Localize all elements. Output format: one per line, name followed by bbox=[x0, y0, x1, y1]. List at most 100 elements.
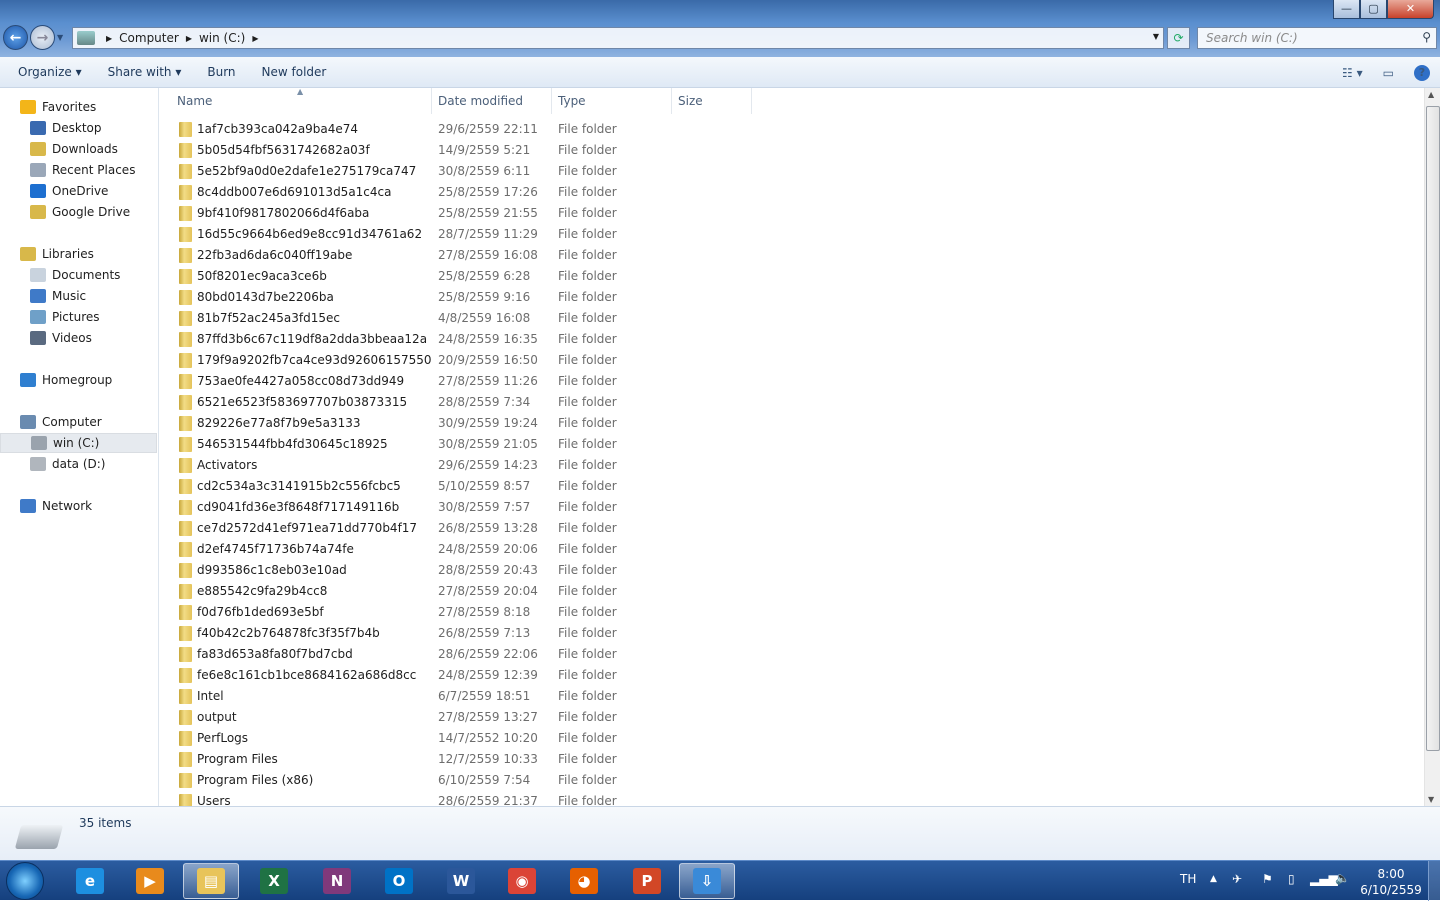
sidebar-item-computer[interactable]: Computer bbox=[0, 412, 157, 432]
sidebar-item-google-drive[interactable]: Google Drive bbox=[0, 202, 157, 222]
taskbar-chrome[interactable]: ◉ bbox=[494, 863, 550, 899]
file-row[interactable]: Program Files (x86) 6/10/2559 7:54 File fo… bbox=[160, 770, 760, 791]
column-header-date[interactable]: Date modified bbox=[432, 88, 552, 114]
taskbar-word[interactable]: W bbox=[433, 863, 489, 899]
file-row[interactable]: f40b42c2b764878fc3f35f7b4b 26/8/2559 7:13… bbox=[160, 623, 760, 644]
action-center-flag-icon[interactable]: ⚑ bbox=[1262, 872, 1273, 912]
preview-pane-button[interactable]: ▭ bbox=[1383, 66, 1394, 80]
taskbar-media-player[interactable]: ▶ bbox=[122, 863, 178, 899]
sidebar-item-onedrive[interactable]: OneDrive bbox=[0, 181, 157, 201]
sidebar-item-homegroup[interactable]: Homegroup bbox=[0, 370, 157, 390]
search-input[interactable]: Search win (C:) ⚲ bbox=[1197, 27, 1437, 49]
burn-button[interactable]: Burn bbox=[195, 65, 249, 79]
chevron-down-icon[interactable]: ▼ bbox=[1153, 32, 1159, 41]
taskbar-excel[interactable]: X bbox=[246, 863, 302, 899]
chevron-right-icon[interactable]: ▶ bbox=[252, 34, 258, 43]
file-row[interactable]: 81b7f52ac245a3fd15ec 4/8/2559 16:08 File f… bbox=[160, 308, 760, 329]
language-indicator[interactable]: TH bbox=[1180, 872, 1196, 912]
column-header-size[interactable]: Size bbox=[672, 88, 752, 114]
network-tray-icon[interactable]: ✈ bbox=[1232, 872, 1242, 912]
volume-icon[interactable]: 🔈 bbox=[1335, 871, 1350, 911]
sidebar-item-win-c[interactable]: win (C:) bbox=[0, 433, 157, 453]
sidebar-item-libraries[interactable]: Libraries bbox=[0, 244, 157, 264]
file-row[interactable]: 22fb3ad6da6c040ff19abe 27/8/2559 16:08 Fil… bbox=[160, 245, 760, 266]
file-row[interactable]: f0d76fb1ded693e5bf 27/8/2559 8:18 File fol… bbox=[160, 602, 760, 623]
file-row[interactable]: PerfLogs 14/7/2552 10:20 File folder bbox=[160, 728, 760, 749]
search-icon[interactable]: ⚲ bbox=[1422, 30, 1431, 44]
file-row[interactable]: Activators 29/6/2559 14:23 File folder bbox=[160, 455, 760, 476]
file-row[interactable]: 80bd0143d7be2206ba 25/8/2559 9:16 File fol… bbox=[160, 287, 760, 308]
file-row[interactable]: 5e52bf9a0d0e2dafe1e275179ca747 30/8/2559 … bbox=[160, 161, 760, 182]
file-row[interactable]: d2ef4745f71736b74a74fe 24/8/2559 20:06 Fil… bbox=[160, 539, 760, 560]
file-row[interactable]: Program Files 12/7/2559 10:33 File folder bbox=[160, 749, 760, 770]
file-row[interactable]: 50f8201ec9aca3ce6b 25/8/2559 6:28 File fol… bbox=[160, 266, 760, 287]
file-row[interactable]: fa83d653a8fa80f7bd7cbd 28/6/2559 22:06 Fil… bbox=[160, 644, 760, 665]
file-row[interactable]: 829226e77a8f7b9e5a3133 30/9/2559 19:24 Fil… bbox=[160, 413, 760, 434]
scroll-down-icon[interactable]: ▼ bbox=[1428, 795, 1434, 804]
maximize-button[interactable]: ▢ bbox=[1360, 0, 1387, 19]
taskbar-onenote[interactable]: N bbox=[309, 863, 365, 899]
sidebar-item-data-d[interactable]: data (D:) bbox=[0, 454, 157, 474]
scroll-up-icon[interactable]: ▲ bbox=[1428, 90, 1434, 99]
sidebar-item-videos[interactable]: Videos bbox=[0, 328, 157, 348]
file-row[interactable]: 6521e6523f583697707b03873315 28/8/2559 7:… bbox=[160, 392, 760, 413]
show-hidden-icons[interactable]: ▲ bbox=[1210, 874, 1217, 914]
taskbar-powerpoint[interactable]: P bbox=[619, 863, 675, 899]
file-row[interactable]: 546531544fbb4fd30645c18925 30/8/2559 21:0… bbox=[160, 434, 760, 455]
organize-button[interactable]: Organize ▾ bbox=[0, 65, 96, 79]
start-button[interactable] bbox=[6, 862, 44, 900]
breadcrumb-win-c[interactable]: win (C:) bbox=[199, 31, 245, 45]
chevron-right-icon[interactable]: ▶ bbox=[106, 34, 112, 43]
scrollbar-thumb[interactable] bbox=[1426, 106, 1440, 751]
refresh-button[interactable]: ⟳ bbox=[1167, 27, 1190, 49]
file-row[interactable]: 9bf410f9817802066d4f6aba 25/8/2559 21:55 F… bbox=[160, 203, 760, 224]
share-with-button[interactable]: Share with ▾ bbox=[96, 65, 196, 79]
address-bar[interactable]: ▶ Computer ▶ win (C:) ▶ ▼ bbox=[72, 27, 1164, 49]
help-button[interactable]: ? bbox=[1414, 64, 1430, 81]
taskbar-firefox[interactable]: ◕ bbox=[556, 863, 612, 899]
file-row[interactable]: 5b05d54fbf5631742682a03f 14/9/2559 5:21 Fi… bbox=[160, 140, 760, 161]
file-row[interactable]: cd2c534a3c3141915b2c556fcbc5 5/10/2559 8:… bbox=[160, 476, 760, 497]
sidebar-item-downloads[interactable]: Downloads bbox=[0, 139, 157, 159]
file-row[interactable]: output 27/8/2559 13:27 File folder bbox=[160, 707, 760, 728]
file-row[interactable]: cd9041fd36e3f8648f717149116b 30/8/2559 7:… bbox=[160, 497, 760, 518]
file-row[interactable]: 753ae0fe4427a058cc08d73dd949 27/8/2559 11… bbox=[160, 371, 760, 392]
change-view-button[interactable]: ☷ ▾ bbox=[1342, 66, 1363, 80]
back-button[interactable]: ← bbox=[3, 25, 28, 50]
sidebar-item-favorites[interactable]: Favorites bbox=[0, 97, 157, 117]
file-row[interactable]: Intel 6/7/2559 18:51 File folder bbox=[160, 686, 760, 707]
forward-button[interactable]: → bbox=[30, 25, 55, 50]
file-row[interactable]: e885542c9fa29b4cc8 27/8/2559 20:04 File fo… bbox=[160, 581, 760, 602]
close-button[interactable]: ✕ bbox=[1387, 0, 1434, 19]
file-row[interactable]: 1af7cb393ca042a9ba4e74 29/6/2559 22:11 Fil… bbox=[160, 119, 760, 140]
signal-icon[interactable]: ▂▄▆ bbox=[1310, 872, 1338, 912]
vertical-scrollbar[interactable]: ▲ ▼ bbox=[1424, 88, 1440, 806]
taskbar-file-explorer[interactable]: ▤ bbox=[183, 863, 239, 899]
taskbar-outlook[interactable]: O bbox=[371, 863, 427, 899]
sidebar-item-recent-places[interactable]: Recent Places bbox=[0, 160, 157, 180]
clock[interactable]: 8:00 6/10/2559 bbox=[1360, 866, 1422, 898]
file-row[interactable]: d993586c1c8eb03e10ad 28/8/2559 20:43 File … bbox=[160, 560, 760, 581]
recent-pages-dropdown[interactable]: ▼ bbox=[57, 33, 63, 42]
breadcrumb-computer[interactable]: Computer bbox=[119, 31, 179, 45]
column-header-name[interactable]: ▲ Name bbox=[160, 87, 432, 114]
file-row[interactable]: fe6e8c161cb1bce8684162a686d8cc 24/8/2559 … bbox=[160, 665, 760, 686]
column-header-type[interactable]: Type bbox=[552, 88, 672, 114]
file-row[interactable]: Users 28/6/2559 21:37 File folder bbox=[160, 791, 760, 806]
file-row[interactable]: ce7d2572d41ef971ea71dd770b4f17 26/8/2559 … bbox=[160, 518, 760, 539]
show-desktop-button[interactable] bbox=[1428, 861, 1440, 901]
new-folder-button[interactable]: New folder bbox=[250, 65, 341, 79]
sidebar-item-desktop[interactable]: Desktop bbox=[0, 118, 157, 138]
file-row[interactable]: 179f9a9202fb7ca4ce93d92606157550 20/9/255… bbox=[160, 350, 760, 371]
sidebar-item-network[interactable]: Network bbox=[0, 496, 157, 516]
sidebar-item-documents[interactable]: Documents bbox=[0, 265, 157, 285]
battery-icon[interactable]: ▯ bbox=[1288, 872, 1295, 912]
minimize-button[interactable]: — bbox=[1333, 0, 1360, 19]
sidebar-item-music[interactable]: Music bbox=[0, 286, 157, 306]
taskbar-download-manager[interactable]: ⇩ bbox=[679, 863, 735, 899]
file-row[interactable]: 8c4ddb007e6d691013d5a1c4ca 25/8/2559 17:2… bbox=[160, 182, 760, 203]
sidebar-item-pictures[interactable]: Pictures bbox=[0, 307, 157, 327]
file-row[interactable]: 87ffd3b6c67c119df8a2dda3bbeaa12a 24/8/255… bbox=[160, 329, 760, 350]
taskbar-internet-explorer[interactable]: e bbox=[62, 863, 118, 899]
file-row[interactable]: 16d55c9664b6ed9e8cc91d34761a62 28/7/2559 … bbox=[160, 224, 760, 245]
